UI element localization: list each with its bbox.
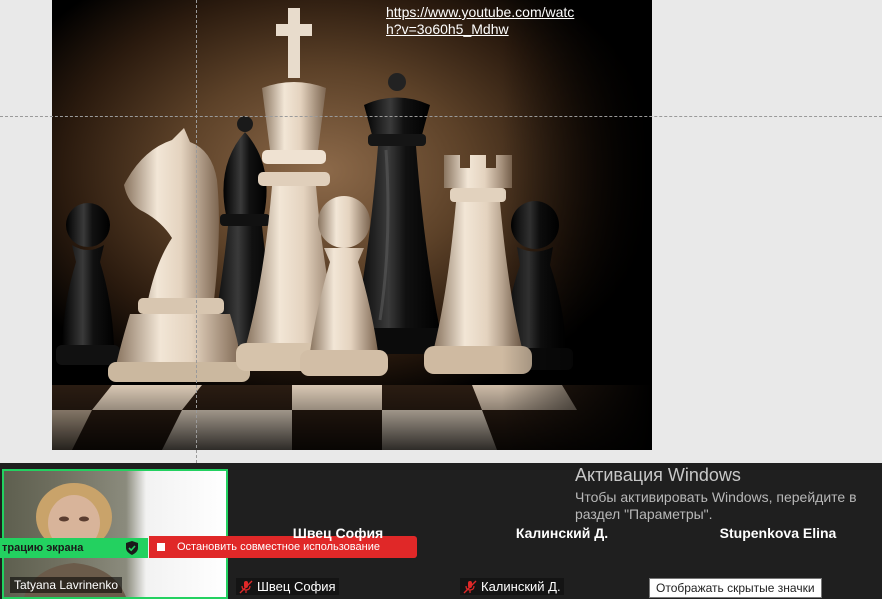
slide-hyperlink[interactable]: https://www.youtube.com/watch?v=3o60h5_M…	[386, 4, 586, 38]
chess-pieces-illustration	[52, 0, 652, 450]
screen-sharing-indicator: трацию экрана	[0, 538, 148, 558]
mic-muted-icon	[239, 580, 253, 593]
show-hidden-icons-tooltip: Отображать скрытые значки	[649, 578, 822, 598]
participant-name-label: Калинский Д.	[460, 578, 564, 595]
slide[interactable]: https://www.youtube.com/watch?v=3o60h5_M…	[52, 0, 652, 450]
vertical-guide-line	[196, 0, 197, 463]
horizontal-guide-line	[0, 116, 882, 117]
presentation-canvas: https://www.youtube.com/watch?v=3o60h5_M…	[0, 0, 882, 463]
screen-sharing-label: трацию экрана	[2, 542, 84, 554]
participant-tile-shvets[interactable]: Швец София Швец София	[228, 469, 448, 599]
stop-icon	[157, 543, 165, 551]
participant-display-name: Калинский Д.	[515, 525, 609, 541]
participant-display-name: Stupenkova Elina	[719, 525, 837, 541]
participant-display-name: Швец София	[292, 525, 384, 541]
video-gallery-strip: Tatyana Lavrinenko трацию экрана Останов…	[0, 463, 882, 599]
activation-text: Чтобы активировать Windows, перейдите в …	[575, 489, 857, 522]
shield-check-icon	[126, 541, 138, 555]
self-participant-name: Tatyana Lavrinenko	[10, 577, 123, 593]
activation-title: Активация Windows	[575, 465, 741, 485]
mic-muted-icon	[463, 580, 477, 593]
windows-activation-watermark: Активация Windows Чтобы активировать Win…	[575, 464, 880, 523]
participant-name-label: Швец София	[236, 578, 339, 595]
self-video-tile[interactable]: Tatyana Lavrinenko	[2, 469, 228, 599]
